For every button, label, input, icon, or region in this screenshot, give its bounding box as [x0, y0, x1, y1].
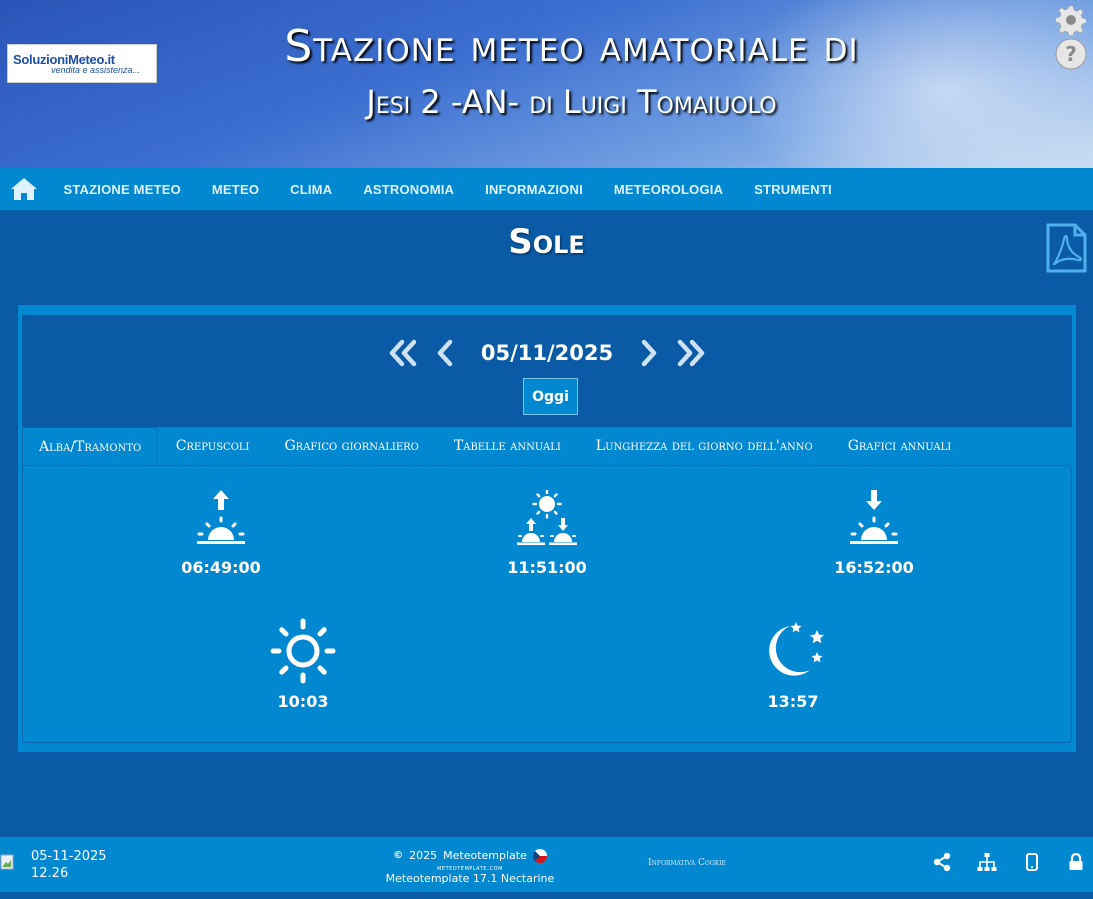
- sitemap-icon[interactable]: [977, 852, 997, 872]
- nav-item-clima[interactable]: CLIMA: [275, 168, 348, 211]
- gear-icon[interactable]: [1055, 4, 1087, 36]
- help-icon[interactable]: ?: [1055, 38, 1087, 70]
- sunset-time: 16:52:00: [834, 558, 914, 577]
- main-nav: STAZIONE METEO METEO CLIMA ASTRONOMIA IN…: [0, 168, 1093, 211]
- czech-flag-icon: [532, 848, 547, 863]
- broken-image-icon: [0, 854, 14, 870]
- page-title: Sole: [508, 222, 585, 262]
- date-selector: 05/11/2025 Oggi: [22, 315, 1072, 427]
- today-button[interactable]: Oggi: [523, 378, 578, 415]
- svg-text:?: ?: [1065, 42, 1077, 66]
- solar-noon-icon: [517, 489, 577, 545]
- copyright-name[interactable]: Meteotemplate: [443, 849, 527, 862]
- tab-bar: Alba/Tramonto Crepuscoli Grafico giornal…: [22, 427, 1072, 466]
- nav-item-meteo[interactable]: METEO: [196, 168, 274, 211]
- night-duration: 13:57: [767, 692, 819, 711]
- night-block: 13:57: [743, 618, 843, 711]
- solar-noon-block: 11:51:00: [497, 489, 597, 577]
- footer-site[interactable]: meteotemplate.com: [340, 864, 600, 872]
- tab-crepuscoli[interactable]: Crepuscoli: [158, 427, 267, 466]
- footer-version: Meteotemplate 17.1 Nectarine: [385, 871, 555, 885]
- chevron-left-icon[interactable]: [429, 337, 461, 369]
- chevron-right-icon[interactable]: [633, 337, 665, 369]
- double-chevron-left-icon[interactable]: [387, 337, 419, 369]
- footer-time: 12.26: [31, 866, 69, 881]
- tab-grafici-annuali[interactable]: Grafici annuali: [830, 427, 969, 466]
- footer: 05-11-2025 12.26 © 2025 Meteotemplate me…: [0, 837, 1093, 892]
- nav-item-stazione-meteo[interactable]: STAZIONE METEO: [48, 168, 196, 211]
- tab-grafico-giornaliero[interactable]: Grafico giornaliero: [267, 427, 436, 466]
- sunrise-icon: [197, 490, 245, 544]
- sun-icon: [270, 618, 336, 684]
- sunrise-block: 06:49:00: [171, 490, 271, 577]
- sun-panel: 05/11/2025 Oggi Alba/Tramonto Crepuscoli…: [18, 305, 1076, 752]
- cookie-link[interactable]: Informativa Cookie: [648, 858, 726, 868]
- site-title-line2: Jesi 2 -AN- di Luigi Tomaiuolo: [366, 83, 777, 121]
- header: SoluzioniMeteo.it vendita e assistenza..…: [0, 0, 1093, 168]
- daylight-block: 10:03: [253, 618, 353, 711]
- copyright-symbol: ©: [393, 850, 404, 861]
- share-icon[interactable]: [932, 852, 952, 872]
- mobile-icon[interactable]: [1022, 852, 1042, 872]
- footer-datetime: 05-11-2025 12.26: [31, 848, 107, 882]
- tab-tabelle-annuali[interactable]: Tabelle annuali: [436, 427, 578, 466]
- footer-credits: © 2025 Meteotemplate meteotemplate.com M…: [340, 843, 600, 885]
- pdf-icon[interactable]: [1045, 223, 1087, 273]
- site-title-line1: Stazione meteo amatoriale di: [284, 21, 859, 72]
- copyright-year: 2025: [409, 849, 438, 862]
- footer-date: 05-11-2025: [31, 849, 107, 864]
- tab-lunghezza-giorno[interactable]: Lunghezza del giorno dell'anno: [578, 427, 830, 466]
- lock-icon[interactable]: [1066, 852, 1086, 872]
- nav-item-astronomia[interactable]: ASTRONOMIA: [348, 168, 470, 211]
- solar-noon-time: 11:51:00: [507, 558, 587, 577]
- logo-sub-text: vendita e assistenza...: [51, 65, 141, 75]
- daylight-duration: 10:03: [277, 692, 329, 711]
- tab-content-alba-tramonto: 06:49:00 11:51:00 16:52:00 10:03 13:57: [22, 465, 1072, 743]
- double-chevron-right-icon[interactable]: [675, 337, 707, 369]
- sunset-icon: [850, 490, 898, 544]
- nav-item-strumenti[interactable]: STRUMENTI: [739, 168, 848, 211]
- sunset-block: 16:52:00: [824, 490, 924, 577]
- nav-item-informazioni[interactable]: INFORMAZIONI: [470, 168, 599, 211]
- footer-bottom-strip: [0, 892, 1093, 899]
- tab-alba-tramonto[interactable]: Alba/Tramonto: [22, 427, 159, 466]
- footer-copyright: © 2025 Meteotemplate: [393, 848, 547, 863]
- home-icon[interactable]: [0, 168, 48, 211]
- moon-stars-icon: [769, 622, 824, 676]
- nav-item-meteorologia[interactable]: METEOROLOGIA: [598, 168, 738, 211]
- sunrise-time: 06:49:00: [181, 558, 261, 577]
- site-title: Stazione meteo amatoriale di Jesi 2 -AN-…: [170, 18, 973, 126]
- logo[interactable]: SoluzioniMeteo.it vendita e assistenza..…: [7, 44, 157, 83]
- current-date: 05/11/2025: [480, 341, 614, 365]
